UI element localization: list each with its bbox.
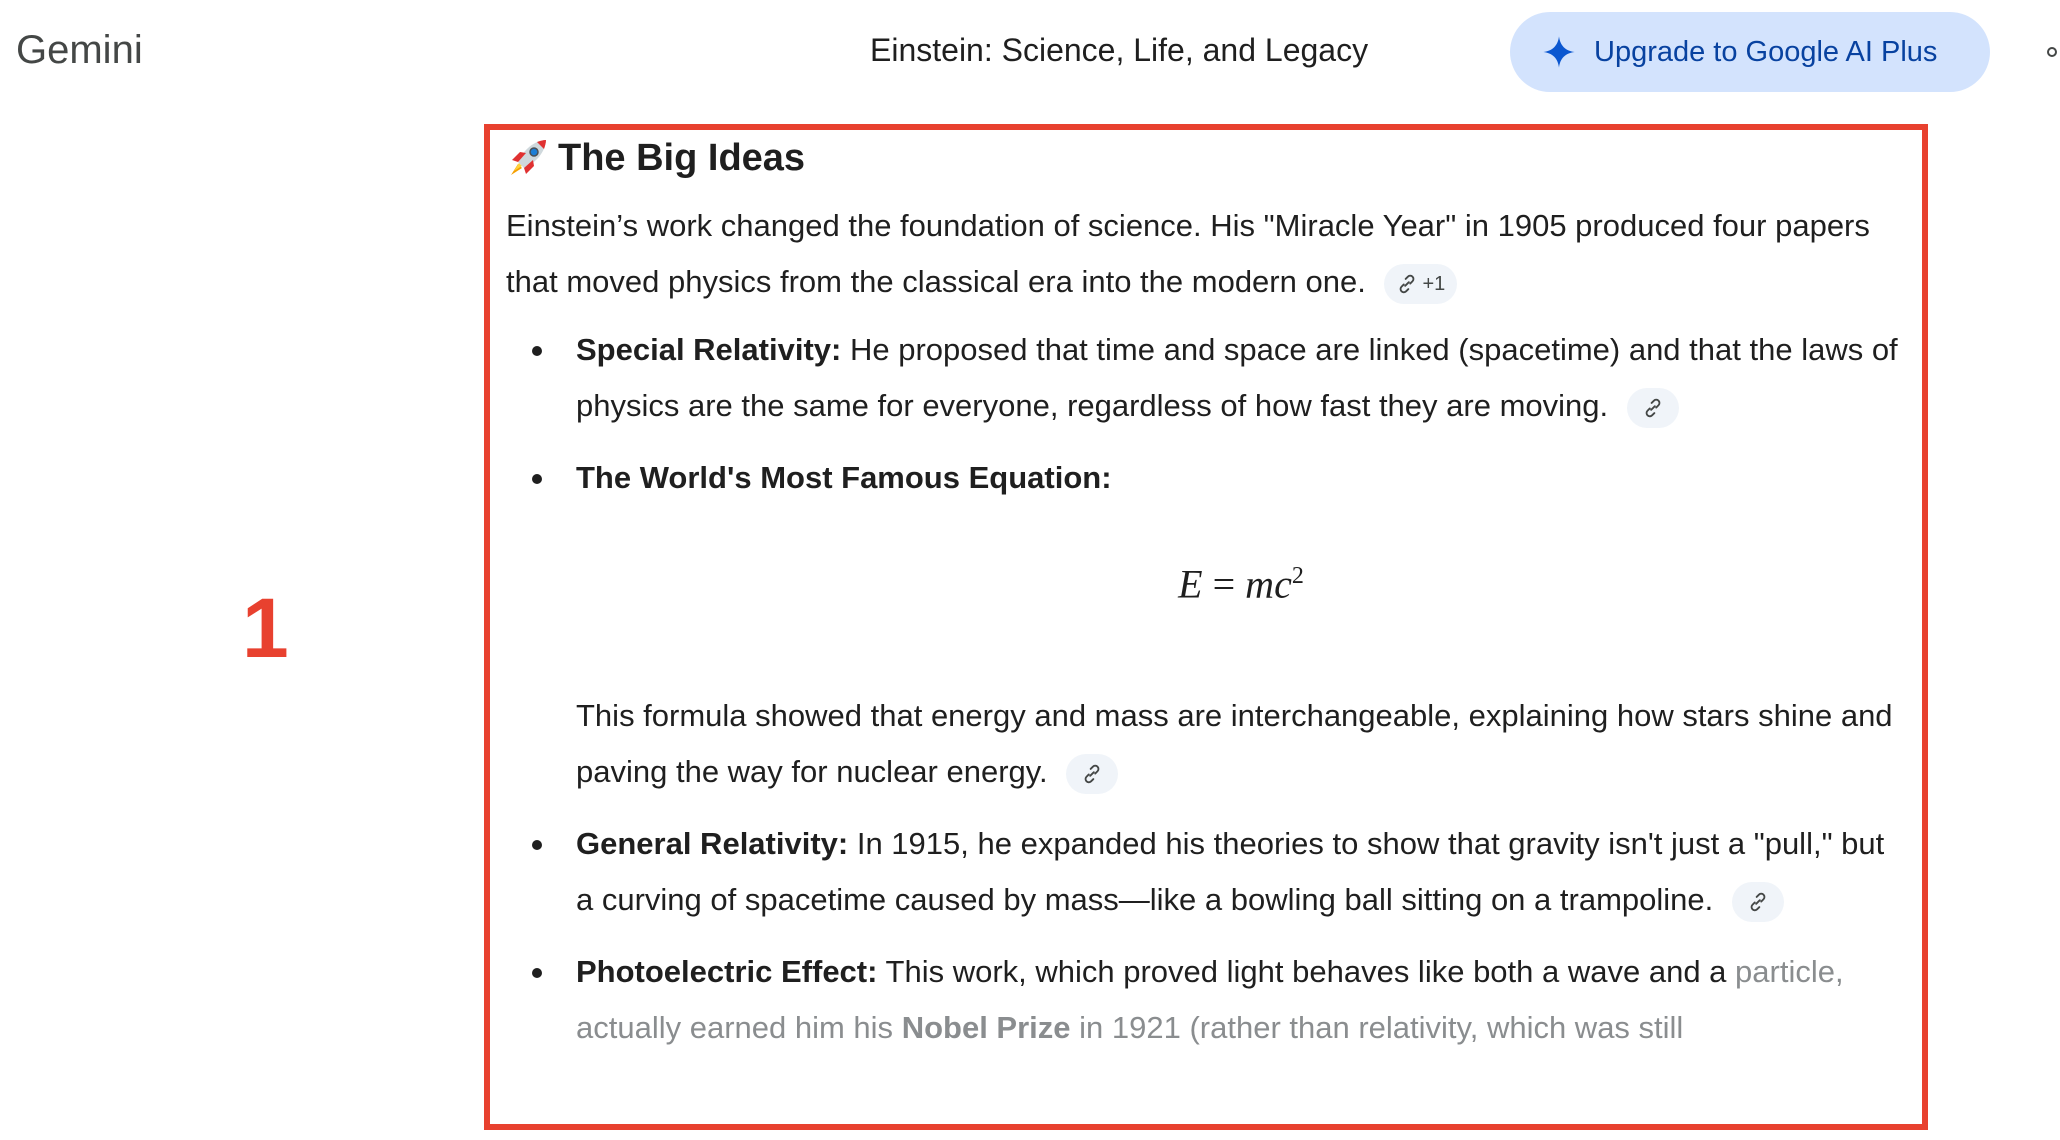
source-link-chip[interactable] bbox=[1626, 387, 1679, 428]
nobel-prize-text: Nobel Prize bbox=[901, 1010, 1071, 1045]
bullet bbox=[532, 968, 542, 978]
point-text: This formula showed that energy and mass… bbox=[576, 698, 1893, 789]
link-icon bbox=[1645, 398, 1661, 417]
link-icon bbox=[1400, 274, 1415, 293]
point-text: This work, which proved light behaves li… bbox=[885, 954, 1727, 989]
upgrade-button[interactable]: Upgrade to Google AI Plus bbox=[1510, 12, 1990, 92]
key-points-list: Special Relativity: He proposed that tim… bbox=[506, 322, 1906, 1056]
bullet bbox=[532, 840, 542, 850]
app-name[interactable]: Gemini bbox=[16, 28, 143, 73]
upgrade-button-label: Upgrade to Google AI Plus bbox=[1594, 35, 1938, 68]
link-icon bbox=[1084, 764, 1100, 783]
annotation-marker: 1 bbox=[242, 581, 289, 675]
equation-equals: = bbox=[1212, 561, 1236, 607]
list-item: Photoelectric Effect: This work, which p… bbox=[506, 944, 1906, 1056]
list-item: Special Relativity: He proposed that tim… bbox=[506, 322, 1906, 434]
section-heading-text: The Big Ideas bbox=[558, 137, 806, 179]
equation-energy: E bbox=[1178, 561, 1203, 607]
point-text-faded: in 1921 (rather than relativity, which w… bbox=[1079, 1010, 1684, 1045]
intro-text: Einstein’s work changed the foundation o… bbox=[506, 208, 1870, 299]
point-title: Photoelectric Effect: bbox=[576, 954, 878, 989]
section-heading: The Big Ideas bbox=[506, 128, 1906, 188]
list-item: The World's Most Famous Equation: E = mc… bbox=[506, 450, 1906, 800]
bullet bbox=[532, 346, 542, 356]
intro-paragraph: Einstein’s work changed the foundation o… bbox=[506, 198, 1906, 310]
rocket-icon bbox=[511, 140, 546, 175]
equation-mass: m bbox=[1245, 561, 1275, 607]
point-title: The World's Most Famous Equation: bbox=[576, 460, 1112, 495]
source-count: +1 bbox=[1422, 272, 1446, 295]
sparkle-icon bbox=[1543, 36, 1575, 68]
response-content: The Big Ideas Einstein’s work changed th… bbox=[506, 128, 1906, 1124]
list-item: General Relativity: In 1915, he expanded… bbox=[506, 816, 1906, 928]
bullet bbox=[532, 474, 542, 484]
equation-exponent: 2 bbox=[1291, 563, 1304, 589]
link-icon bbox=[1750, 892, 1766, 911]
source-link-chip[interactable] bbox=[1066, 753, 1119, 794]
conversation-title[interactable]: Einstein: Science, Life, and Legacy bbox=[870, 32, 1368, 69]
equation: E = mc2 bbox=[576, 506, 1906, 688]
source-link-chip[interactable]: +1 bbox=[1384, 263, 1458, 304]
point-title: Special Relativity: bbox=[576, 332, 842, 367]
point-title: General Relativity: bbox=[576, 826, 849, 861]
share-icon[interactable] bbox=[2046, 42, 2060, 62]
top-bar: Gemini Einstein: Science, Life, and Lega… bbox=[0, 0, 2060, 108]
equation-light-speed: c bbox=[1274, 561, 1292, 607]
source-link-chip[interactable] bbox=[1731, 881, 1784, 922]
